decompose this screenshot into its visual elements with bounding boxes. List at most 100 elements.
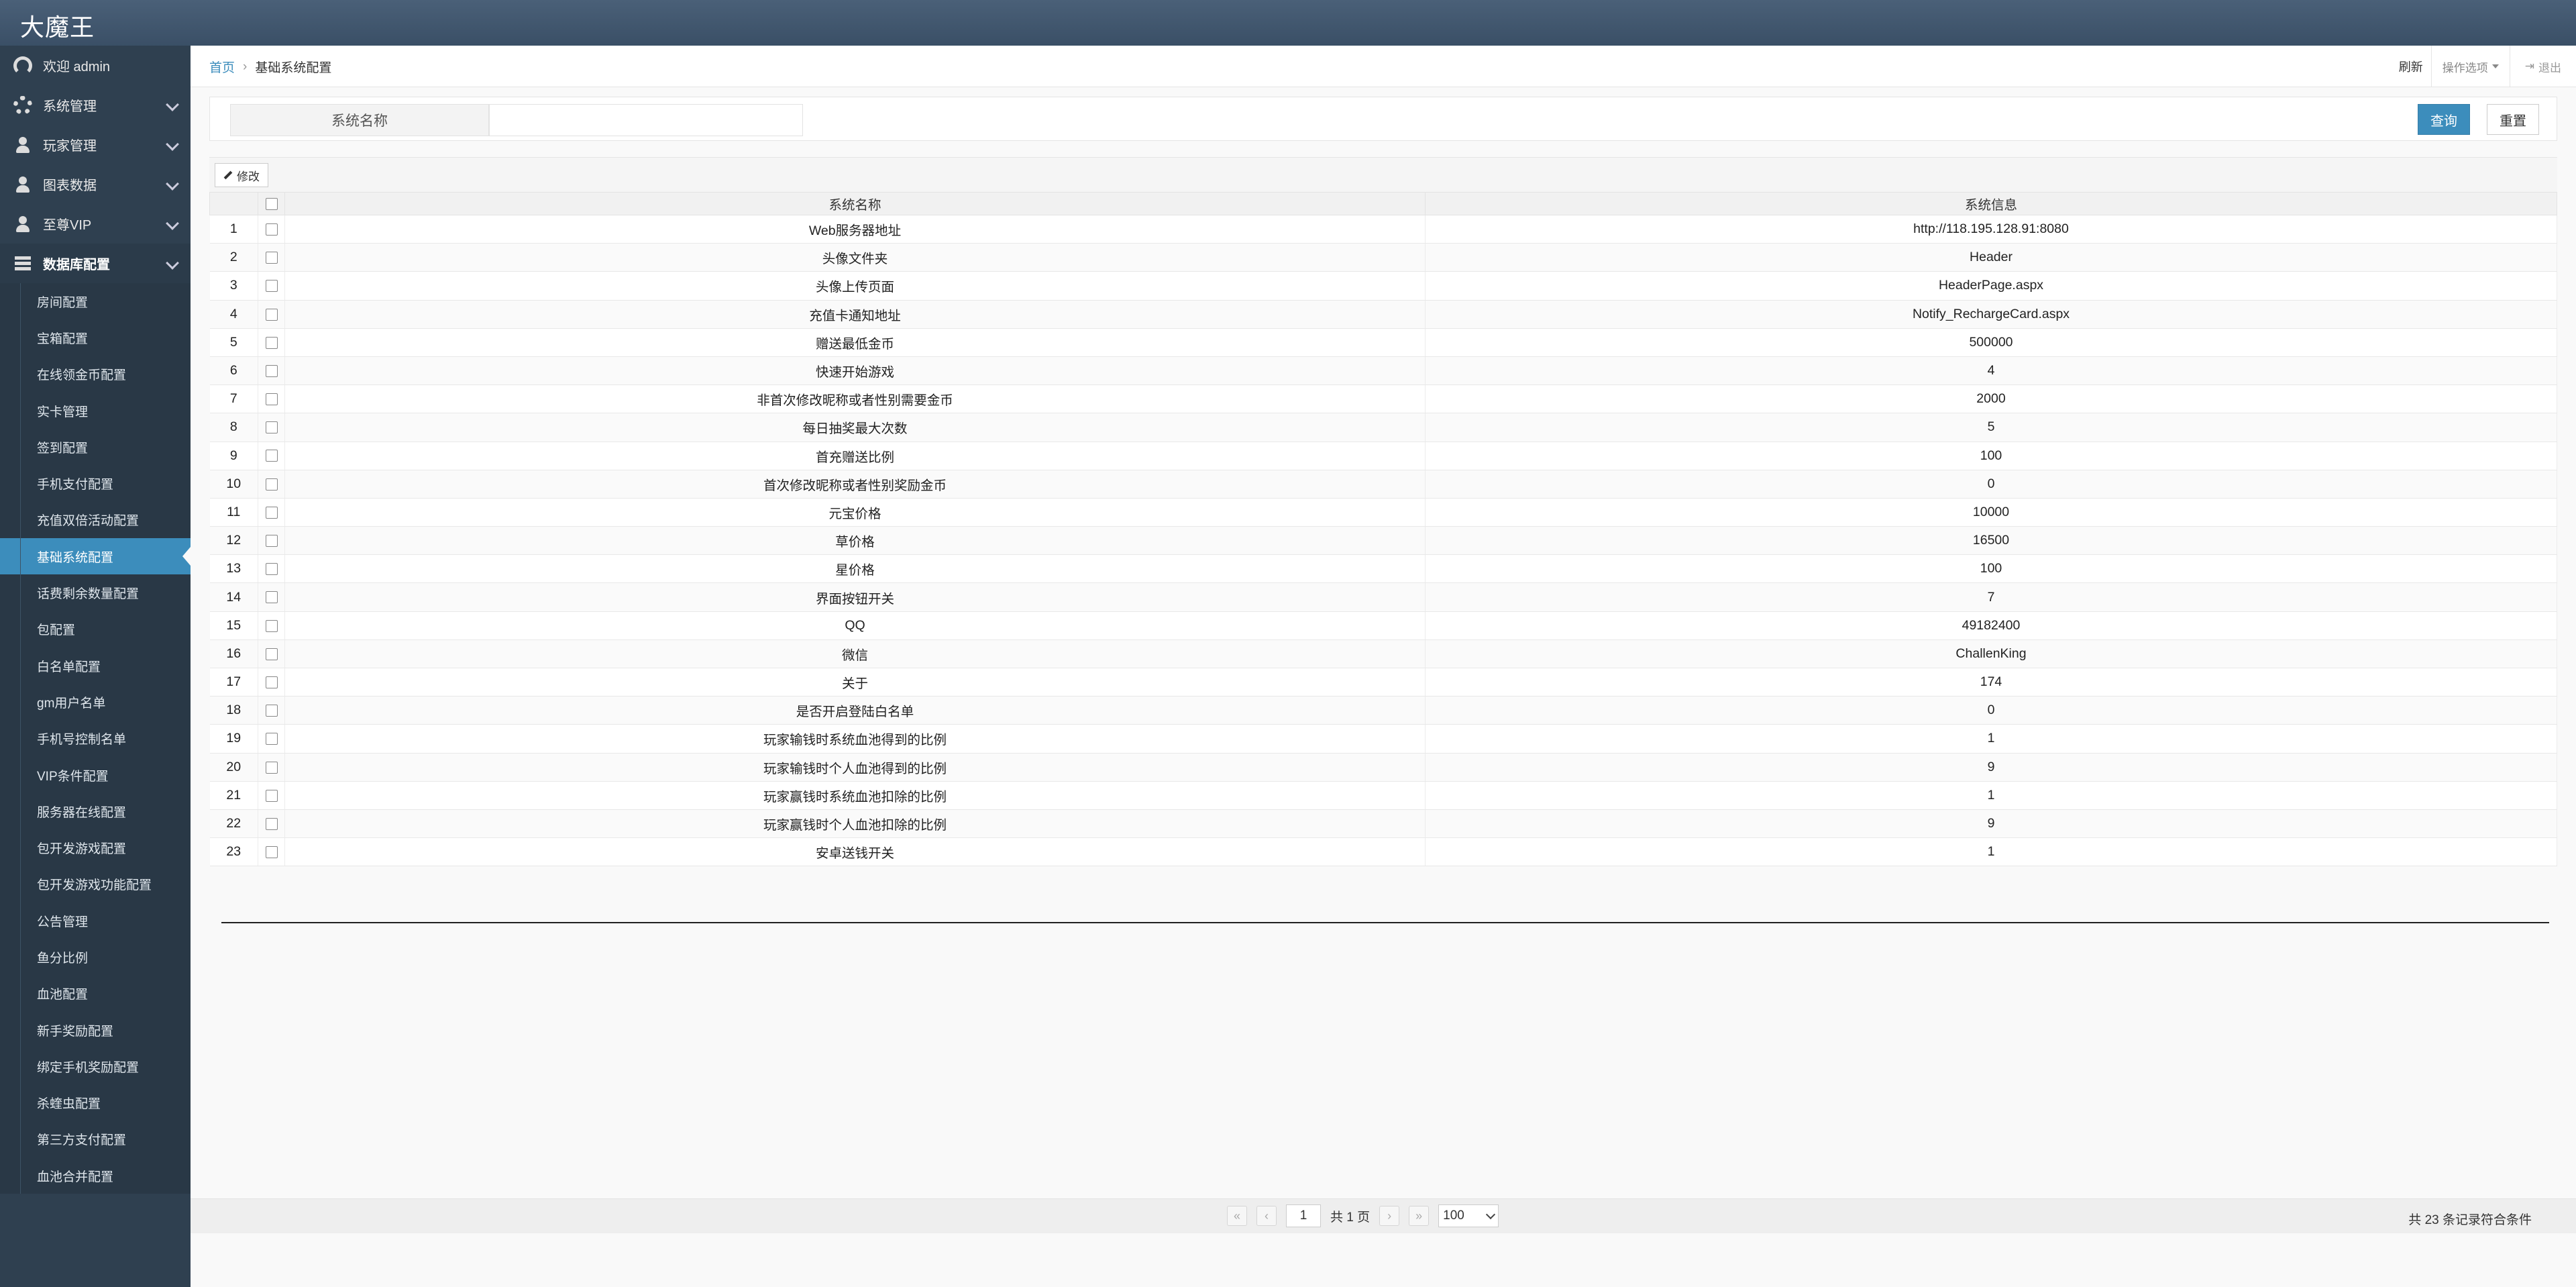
row-checkbox[interactable] [265,591,278,604]
sidebar-subitem[interactable]: 公告管理 [0,903,191,939]
reset-button[interactable]: 重置 [2487,104,2539,135]
row-checkbox[interactable] [265,648,278,660]
sidebar-subitem[interactable]: 签到配置 [0,429,191,466]
sidebar-item-4[interactable]: 至尊VIP [0,204,191,244]
row-checkbox[interactable] [265,308,278,321]
sidebar-item-2[interactable]: 玩家管理 [0,125,191,164]
table-row[interactable]: 7 非首次修改昵称或者性别需要金币 2000 [209,384,2557,414]
sidebar-subitem[interactable]: VIP条件配置 [0,756,191,794]
chevron-down-icon[interactable] [166,256,179,270]
row-checkbox[interactable] [265,280,278,293]
sidebar-subitem[interactable]: 服务器在线配置 [0,793,191,830]
sidebar-subitem[interactable]: 第三方支付配置 [0,1121,191,1158]
row-checkbox[interactable] [265,252,278,264]
table-row[interactable]: 17 关于 174 [209,668,2557,697]
table-row[interactable]: 20 玩家输钱时个人血池得到的比例 9 [209,753,2557,782]
sidebar-subitem[interactable]: 房间配置 [0,283,191,320]
sidebar-subitem[interactable]: 手机支付配置 [0,465,191,503]
sidebar-subitem[interactable]: 在线领金币配置 [0,356,191,393]
sidebar-subitem[interactable]: 血池配置 [0,975,191,1013]
table-row[interactable]: 23 安卓送钱开关 1 [209,837,2557,867]
table-row[interactable]: 10 首次修改昵称或者性别奖励金币 0 [209,470,2557,499]
refresh-button[interactable]: 刷新 [2391,58,2431,75]
row-checkbox[interactable] [265,393,278,406]
sidebar-subitem[interactable]: 充值双倍活动配置 [0,501,191,539]
table-row[interactable]: 15 QQ 49182400 [209,611,2557,640]
table-row[interactable]: 1 Web服务器地址 http://118.195.128.91:8080 [209,215,2557,244]
query-button[interactable]: 查询 [2418,104,2470,135]
sidebar-item-5[interactable]: 数据库配置 [0,244,191,283]
row-checkbox[interactable] [265,817,278,830]
table-row[interactable]: 13 星价格 100 [209,554,2557,584]
table-row[interactable]: 21 玩家赢钱时系统血池扣除的比例 1 [209,781,2557,810]
edit-button[interactable]: 修改 [215,163,268,187]
first-page-icon[interactable]: « [1227,1206,1247,1226]
table-row[interactable]: 6 快速开始游戏 4 [209,356,2557,386]
row-checkbox[interactable] [265,676,278,688]
sidebar-subitem[interactable]: 实卡管理 [0,392,191,429]
page-size-select[interactable]: 100 [1438,1204,1499,1227]
table-row[interactable]: 11 元宝价格 10000 [209,498,2557,527]
breadcrumb-home-link[interactable]: 首页 [209,58,235,76]
sidebar-subitem[interactable]: 血池合并配置 [0,1157,191,1194]
page-number-input[interactable]: 1 [1286,1204,1321,1227]
row-checkbox[interactable] [265,336,278,349]
sidebar-subitem[interactable]: 包开发游戏功能配置 [0,866,191,903]
sidebar-subitem[interactable]: 包开发游戏配置 [0,829,191,867]
row-checkbox[interactable] [265,705,278,717]
sidebar-subitem[interactable]: 白名单配置 [0,647,191,684]
row-checkbox[interactable] [265,563,278,576]
table-row[interactable]: 14 界面按钮开关 7 [209,582,2557,612]
chevron-down-icon[interactable] [166,98,179,111]
last-page-icon[interactable]: » [1409,1206,1430,1226]
sidebar-subitem[interactable]: 鱼分比例 [0,939,191,976]
table-row[interactable]: 22 玩家赢钱时个人血池扣除的比例 9 [209,809,2557,839]
table-row[interactable]: 2 头像文件夹 Header [209,243,2557,272]
pagination-controls: « ‹ 1 共 1 页 › » 100 [1227,1204,1499,1227]
sidebar-subitem[interactable]: 手机号控制名单 [0,720,191,758]
sidebar-item-3[interactable]: 图表数据 [0,164,191,204]
row-checkbox[interactable] [265,846,278,859]
table-row[interactable]: 16 微信 ChallenKing [209,639,2557,669]
next-page-icon[interactable]: › [1379,1206,1400,1226]
table-row[interactable]: 4 充值卡通知地址 Notify_RechargeCard.aspx [209,300,2557,329]
select-all-checkbox[interactable] [265,197,278,210]
prev-page-icon[interactable]: ‹ [1256,1206,1277,1226]
options-dropdown[interactable]: 操作选项 [2430,46,2510,87]
row-checkbox[interactable] [265,506,278,519]
table-row[interactable]: 12 草价格 16500 [209,526,2557,556]
row-checkbox[interactable] [265,223,278,236]
sidebar-subitem[interactable]: 杀蝰虫配置 [0,1084,191,1122]
table-row[interactable]: 5 赠送最低金币 500000 [209,328,2557,357]
sidebar-subitem[interactable]: 宝箱配置 [0,319,191,356]
sidebar-item-1[interactable]: 系统管理 [0,85,191,125]
row-checkbox[interactable] [265,761,278,774]
chevron-down-icon[interactable] [166,177,179,191]
table-row[interactable]: 8 每日抽奖最大次数 5 [209,413,2557,442]
sidebar-subitem[interactable]: 话费剩余数量配置 [0,574,191,611]
column-header-name[interactable]: 系统名称 [284,192,1426,215]
sidebar-subitem[interactable]: 包配置 [0,611,191,648]
sidebar-subitem[interactable]: gm用户名单 [0,684,191,721]
column-header-info[interactable]: 系统信息 [1425,192,2557,215]
table-row[interactable]: 9 首充赠送比例 100 [209,442,2557,470]
chevron-down-icon[interactable] [166,138,179,151]
row-checkbox[interactable] [265,364,278,377]
row-checkbox[interactable] [265,789,278,802]
sidebar-item-0[interactable]: 欢迎 admin [0,46,191,85]
sidebar-subitem[interactable]: 基础系统配置 [0,538,191,575]
chevron-down-icon[interactable] [166,217,179,230]
row-checkbox[interactable] [265,421,278,434]
row-checkbox[interactable] [265,619,278,632]
row-checkbox[interactable] [265,450,278,462]
table-row[interactable]: 18 是否开启登陆白名单 0 [209,696,2557,725]
row-checkbox[interactable] [265,733,278,745]
row-checkbox[interactable] [265,478,278,491]
system-name-input[interactable] [489,104,803,136]
table-row[interactable]: 3 头像上传页面 HeaderPage.aspx [209,271,2557,301]
sidebar-subitem[interactable]: 绑定手机奖励配置 [0,1048,191,1085]
row-checkbox[interactable] [265,535,278,547]
table-row[interactable]: 19 玩家输钱时系统血池得到的比例 1 [209,724,2557,754]
sidebar-subitem[interactable]: 新手奖励配置 [0,1011,191,1049]
logout-button[interactable]: ⇥ 退出 [2509,46,2576,87]
